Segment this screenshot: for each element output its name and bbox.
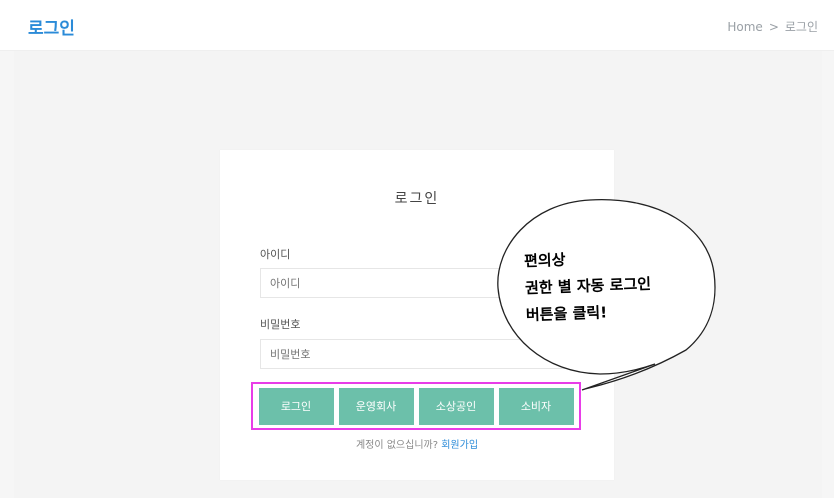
top-bar: 로그인 Home > 로그인 <box>0 0 834 51</box>
breadcrumb-separator: > <box>768 19 779 34</box>
operator-login-button[interactable]: 운영회사 <box>338 387 414 425</box>
annotation-text: 편의상 권한 별 자동 로그인 버튼을 클릭! <box>524 244 653 329</box>
annotation-line: 버튼을 클릭! <box>525 303 608 325</box>
breadcrumb-current: 로그인 <box>784 20 818 34</box>
breadcrumb: Home > 로그인 <box>727 18 818 35</box>
annotation-line: 권한 별 자동 로그인 <box>524 274 652 298</box>
signup-prompt: 계정이 없으십니까? 회원가입 <box>220 436 614 451</box>
breadcrumb-home[interactable]: Home <box>727 20 762 34</box>
signup-link[interactable]: 회원가입 <box>441 440 478 451</box>
page-title: 로그인 <box>28 19 75 39</box>
signup-text: 계정이 없으십니까? <box>355 440 439 451</box>
login-button[interactable]: 로그인 <box>258 387 334 425</box>
password-label: 비밀번호 <box>260 318 301 331</box>
consumer-login-button[interactable]: 소비자 <box>498 387 574 425</box>
id-label: 아이디 <box>260 248 291 261</box>
merchant-login-button[interactable]: 소상공인 <box>418 387 494 425</box>
